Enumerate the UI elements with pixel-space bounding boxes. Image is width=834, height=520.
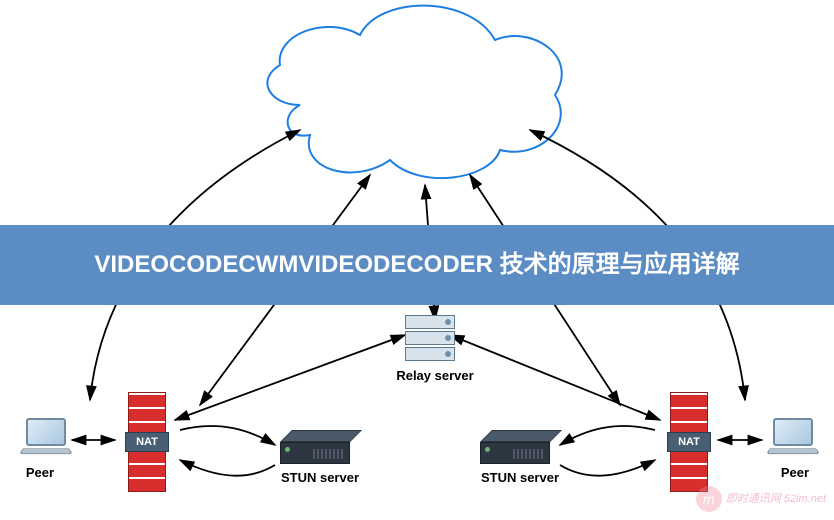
nat-left-box: NAT: [125, 432, 169, 452]
stun-right-label: STUN server: [475, 470, 565, 485]
peer-left-label: Peer: [20, 465, 60, 480]
watermark: m 即时通讯网 52im.net: [696, 486, 826, 512]
stun-left-label: STUN server: [275, 470, 365, 485]
watermark-logo: m: [696, 486, 722, 512]
peer-right-label: Peer: [775, 465, 815, 480]
relay-server-icon: [405, 315, 460, 375]
peer-left-icon: [18, 418, 73, 458]
title-text: VIDEOCODECWMVIDEODECODER 技术的原理与应用详解: [94, 249, 739, 280]
watermark-text: 即时通讯网 52im.net: [726, 493, 826, 505]
relay-server-label: Relay server: [390, 368, 480, 383]
nat-right-box: NAT: [667, 432, 711, 452]
title-banner: VIDEOCODECWMVIDEODECODER 技术的原理与应用详解: [0, 225, 834, 305]
cloud-icon: [267, 6, 561, 179]
peer-right-icon: [765, 418, 820, 458]
